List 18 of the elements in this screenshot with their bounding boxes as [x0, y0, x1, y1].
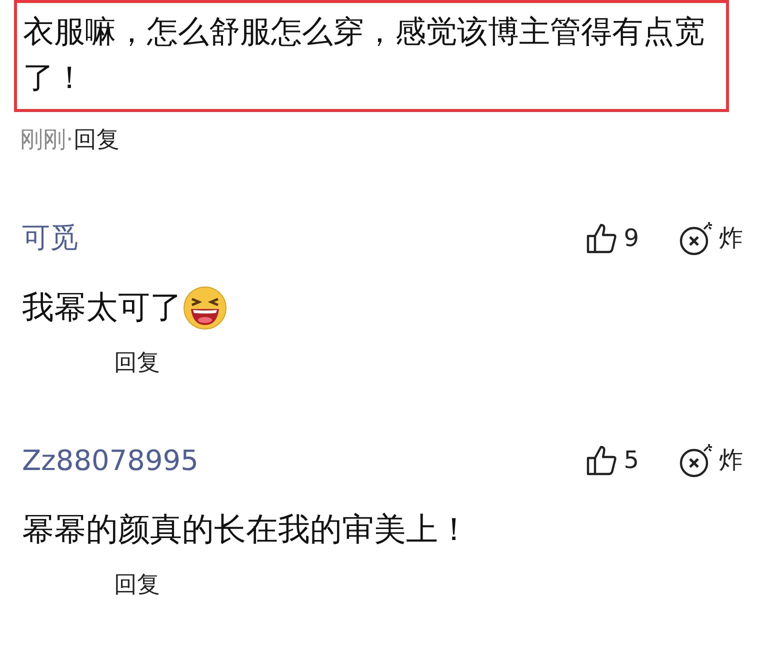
reply-link[interactable]: 回复 [114, 568, 160, 600]
thumbs-up-icon[interactable] [586, 222, 618, 254]
comment-text: 幂幂的颜真的长在我的审美上！ [22, 509, 470, 550]
comment-text: 衣服嘛，怎么舒服怎么穿，感觉该博主管得有点宽了！ [14, 0, 729, 112]
comment-text: 我幂太可了 [22, 287, 182, 328]
bomb-icon[interactable] [679, 442, 715, 478]
reply-link[interactable]: 回复 [73, 124, 120, 154]
thumbs-up-icon[interactable] [586, 444, 618, 476]
like-count: 5 [624, 446, 639, 474]
bomb-icon[interactable] [679, 220, 715, 256]
username[interactable]: 可觅 [22, 219, 586, 257]
like-count: 9 [624, 224, 639, 252]
reply-link[interactable]: 回复 [114, 346, 160, 378]
bomb-label: 炸 [719, 445, 743, 476]
username[interactable]: Zz88078995 [22, 444, 586, 476]
bomb-label: 炸 [719, 223, 743, 254]
laughing-emoji-icon [182, 285, 228, 331]
comment-time: 刚刚· [20, 126, 74, 154]
